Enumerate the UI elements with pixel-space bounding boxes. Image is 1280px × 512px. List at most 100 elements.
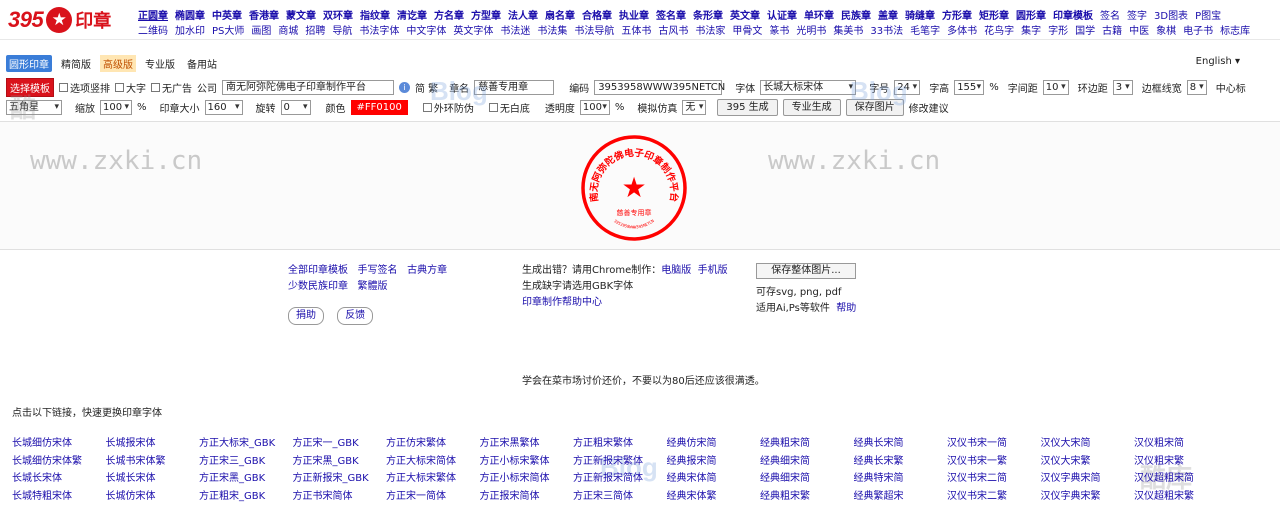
font-link[interactable]: 经典宋体简 [667, 470, 761, 488]
nav-item[interactable]: 清讫章 [397, 7, 427, 22]
font-link[interactable]: 经典仿宋简 [667, 435, 761, 453]
nav-item[interactable]: 加水印 [175, 22, 205, 37]
nav-item[interactable]: 方型章 [471, 7, 501, 22]
nav-item[interactable]: 国学 [1075, 22, 1095, 37]
nav-item[interactable]: 圆形章 [1016, 7, 1046, 22]
font-link[interactable]: 汉仪书宋一繁 [947, 453, 1041, 471]
font-link[interactable]: 方正宋黑繁体 [480, 435, 574, 453]
site-logo[interactable]: 395 ★ 印章 [8, 5, 111, 35]
font-link[interactable]: 长城长宋体 [106, 470, 200, 488]
font-link[interactable]: 方正新报宋_GBK [293, 470, 387, 488]
nav-item[interactable]: 方形章 [942, 7, 972, 22]
nav-item[interactable]: 书法家 [695, 22, 725, 37]
nav-item[interactable]: 字形 [1048, 22, 1068, 37]
font-link[interactable]: 汉仪书宋二简 [947, 470, 1041, 488]
no-ad-checkbox[interactable]: 无广告 [151, 80, 192, 95]
font-link[interactable]: 经典细宋简 [760, 453, 854, 471]
font-link[interactable]: 经典长宋繁 [854, 453, 948, 471]
language-selector[interactable]: English ▾ [1196, 56, 1240, 67]
char-height-select[interactable]: 155 [954, 80, 985, 95]
nav-item[interactable]: 民族章 [841, 7, 871, 22]
opacity-select[interactable]: 100 [579, 100, 610, 115]
font-link[interactable]: 方正宋一简体 [386, 488, 480, 506]
font-link[interactable]: 经典宋体繁 [667, 488, 761, 506]
font-link[interactable]: 汉仪书宋二繁 [947, 488, 1041, 506]
nav-item[interactable]: 盖章 [878, 7, 898, 22]
all-templates-link[interactable]: 全部印章模板 [288, 265, 348, 276]
help-link[interactable]: 帮助 [836, 303, 856, 314]
font-link[interactable]: 经典粗宋简 [760, 435, 854, 453]
font-link[interactable]: 汉仪超粗宋简 [1134, 470, 1228, 488]
font-link[interactable]: 汉仪粗宋简 [1134, 435, 1228, 453]
nav-item[interactable]: 合格章 [582, 7, 612, 22]
nav-item[interactable]: 中文字体 [406, 22, 446, 37]
font-link[interactable]: 方正宋三_GBK [199, 453, 293, 471]
nav-item[interactable]: 花鸟字 [984, 22, 1014, 37]
desktop-version-link[interactable]: 电脑版 [661, 265, 691, 276]
font-link[interactable]: 汉仪字典宋简 [1041, 470, 1135, 488]
nav-item[interactable]: 篆书 [769, 22, 789, 37]
traditional-version-link[interactable]: 繁體版 [358, 281, 388, 292]
font-link[interactable]: 方正报宋简体 [480, 488, 574, 506]
font-link[interactable]: 方正宋一_GBK [293, 435, 387, 453]
font-link[interactable]: 长城长宋体 [12, 470, 106, 488]
nav-item[interactable]: 标志库 [1220, 22, 1250, 37]
font-link[interactable]: 方正新报宋繁体 [573, 453, 667, 471]
ring-margin-select[interactable]: 3 [1112, 80, 1133, 95]
font-link[interactable]: 方正宋三简体 [573, 488, 667, 506]
vertical-option-checkbox[interactable]: 选项竖排 [59, 80, 110, 95]
tab-backup-site[interactable]: 备用站 [184, 55, 220, 72]
nav-item[interactable]: 中英章 [212, 7, 242, 22]
stamp-size-select[interactable]: 160 [204, 100, 243, 115]
nav-item[interactable]: 五体书 [621, 22, 651, 37]
info-icon[interactable]: i [399, 82, 410, 93]
nav-item[interactable]: 条形章 [693, 7, 723, 22]
stamp-image[interactable]: 南无阿弥陀佛电子印章制作平台 3953958WWW395NETCN ★ 慈善专用… [579, 133, 689, 243]
font-link[interactable]: 经典特宋简 [854, 470, 948, 488]
font-link[interactable]: 经典长宋简 [854, 435, 948, 453]
nav-item[interactable]: 画图 [251, 22, 271, 37]
font-link[interactable]: 经典报宋简 [667, 453, 761, 471]
nav-item[interactable]: 书法集 [537, 22, 567, 37]
nav-item[interactable]: 中医 [1129, 22, 1149, 37]
nav-item[interactable]: 双环章 [323, 7, 353, 22]
font-link[interactable]: 方正粗宋_GBK [199, 488, 293, 506]
save-whole-image-button[interactable]: 保存整体图片... [756, 263, 856, 279]
font-link[interactable]: 汉仪书宋一简 [947, 435, 1041, 453]
nav-item[interactable]: 招聘 [305, 22, 325, 37]
nav-item[interactable]: 书法字体 [359, 22, 399, 37]
font-link[interactable]: 方正大标宋繁体 [386, 470, 480, 488]
font-link[interactable]: 汉仪字典宋繁 [1041, 488, 1135, 506]
nav-item[interactable]: 集美书 [833, 22, 863, 37]
font-link[interactable]: 长城书宋体繁 [106, 453, 200, 471]
nav-item[interactable]: 骑缝章 [905, 7, 935, 22]
font-link[interactable]: 长城报宋体 [106, 435, 200, 453]
generate-button[interactable]: 395 生成 [717, 99, 778, 116]
tab-advanced[interactable]: 高级版 [100, 55, 136, 72]
simulate-select[interactable]: 无 [682, 100, 707, 115]
font-link[interactable]: 经典细宋简 [760, 470, 854, 488]
font-link[interactable]: 方正大标宋_GBK [199, 435, 293, 453]
nav-item[interactable]: 导航 [332, 22, 352, 37]
nav-item[interactable]: 甲骨文 [732, 22, 762, 37]
nav-item[interactable]: 矩形章 [979, 7, 1009, 22]
tab-pro[interactable]: 专业版 [142, 55, 178, 72]
no-white-bg-checkbox[interactable]: 无白底 [488, 100, 530, 115]
font-link[interactable]: 长城细仿宋体繁 [12, 453, 106, 471]
font-link[interactable]: 方正大标宋简体 [386, 453, 480, 471]
nav-item[interactable]: 电子书 [1183, 22, 1213, 37]
font-link[interactable]: 方正小标宋简体 [480, 470, 574, 488]
nav-item[interactable]: 正圆章 [138, 7, 168, 22]
nav-item[interactable]: 书法迷 [500, 22, 530, 37]
nav-item[interactable]: 象棋 [1156, 22, 1176, 37]
nav-item[interactable]: 法人章 [508, 7, 538, 22]
nav-item[interactable]: 书法导航 [574, 22, 614, 37]
font-link[interactable]: 方正宋黑_GBK [199, 470, 293, 488]
font-link[interactable]: 经典粗宋繁 [760, 488, 854, 506]
feedback-button[interactable]: 反馈 [337, 307, 374, 325]
nav-item[interactable]: P图宝 [1195, 7, 1221, 22]
font-link[interactable]: 方正粗宋繁体 [573, 435, 667, 453]
font-link[interactable]: 方正宋黑_GBK [293, 453, 387, 471]
donate-button[interactable]: 捐助 [288, 307, 324, 325]
font-link[interactable]: 长城仿宋体 [106, 488, 200, 506]
